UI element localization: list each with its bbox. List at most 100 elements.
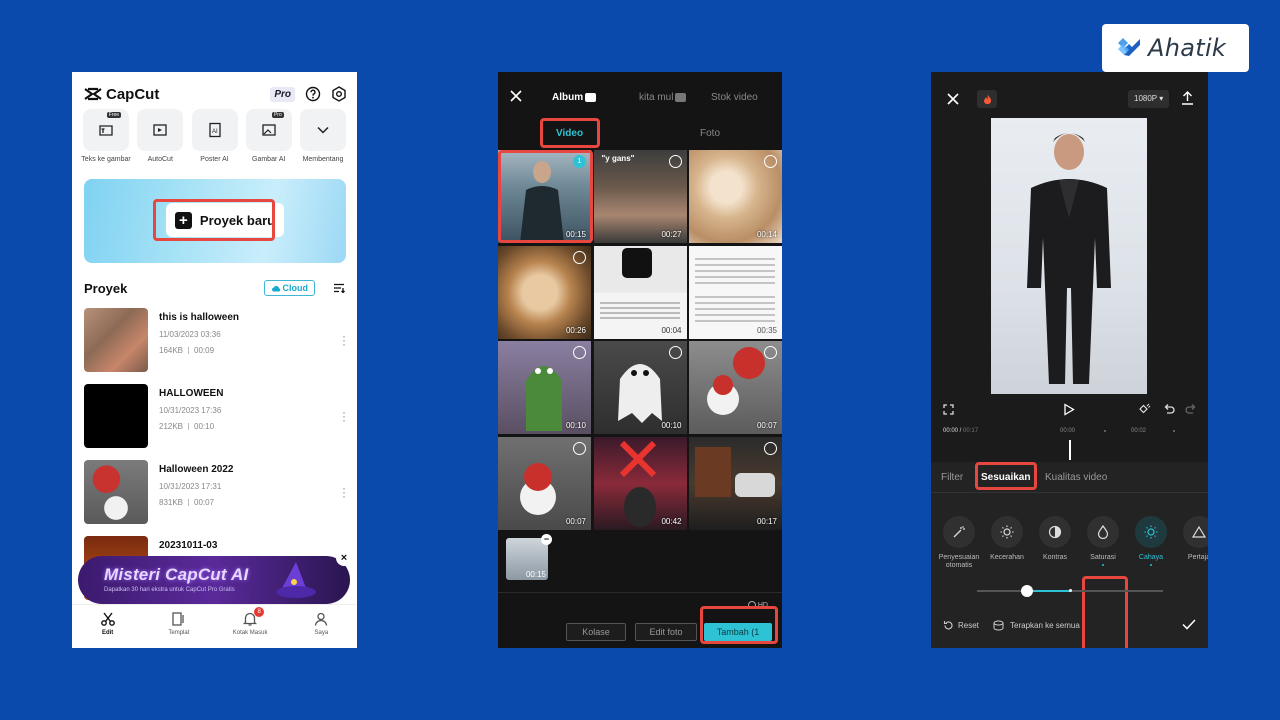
adjust-brightness[interactable]: Kecerahan (982, 516, 1032, 562)
media-item[interactable]: 00:35 (689, 245, 782, 339)
keyframe-icon[interactable] (1137, 403, 1151, 415)
media-item[interactable]: 00:07 (498, 436, 591, 530)
play-icon[interactable] (1063, 403, 1075, 416)
select-circle[interactable] (573, 441, 586, 455)
adjust-contrast[interactable]: Kontras (1030, 516, 1080, 562)
close-icon[interactable] (510, 90, 522, 102)
media-item[interactable]: 00:10 (593, 341, 687, 434)
project-item[interactable]: Halloween 2022 10/31/2023 17:31 831KB 00:… (84, 460, 350, 536)
tool-ai-image[interactable]: Pro Gambar AI (245, 109, 293, 163)
nav-template[interactable]: Templat (149, 611, 209, 648)
select-circle[interactable] (668, 346, 682, 359)
media-item[interactable]: "y gans" 00:27 (593, 150, 687, 243)
pro-badge[interactable]: Pro (270, 86, 295, 102)
edit-photo-button[interactable]: Edit foto (635, 623, 697, 641)
timeline-tick (1104, 430, 1106, 432)
tool-expand[interactable]: Membentang (299, 109, 347, 163)
select-circle[interactable] (573, 346, 586, 359)
adjust-slider[interactable] (977, 585, 1163, 597)
hd-label: HD (757, 601, 768, 609)
tool-label: Teks ke gambar (81, 156, 131, 163)
slider-fill (1027, 590, 1071, 592)
tab-adjust[interactable]: Sesuaikan (981, 472, 1030, 483)
export-icon[interactable] (1181, 91, 1194, 105)
text-lines (695, 257, 775, 260)
media-duration: 00:10 (661, 421, 682, 430)
media-item[interactable]: 00:04 (593, 245, 687, 339)
modified-dot (1102, 564, 1104, 566)
adjust-label: Penyesuaian otomatis (938, 554, 980, 569)
svg-text:AI: AI (212, 129, 218, 135)
adjust-auto[interactable]: Penyesuaian otomatis (934, 516, 984, 570)
reset-button[interactable]: Reset (943, 620, 979, 631)
selected-indicator[interactable]: 1 (573, 155, 586, 168)
promo-banner[interactable]: Misteri CapCut AI Dapatkan 30 hari ekstr… (78, 550, 352, 604)
nav-edit[interactable]: Edit (78, 611, 138, 648)
tab-album[interactable]: Album (552, 92, 597, 103)
project-size: 212KB (159, 422, 184, 431)
nav-inbox[interactable]: 8 Kotak Masuk (220, 607, 280, 648)
playhead[interactable] (1069, 440, 1071, 460)
more-options-icon[interactable]: · · · (342, 482, 346, 502)
pro-flame-button[interactable] (977, 90, 997, 108)
close-icon[interactable] (947, 93, 959, 105)
tool-autocut[interactable]: AutoCut (136, 109, 184, 163)
remove-item-icon[interactable]: − (541, 534, 552, 545)
help-icon[interactable] (305, 86, 321, 102)
selected-tray-item[interactable]: − 00:15 (506, 534, 552, 580)
new-project-button[interactable]: + Proyek baru (166, 203, 284, 237)
contrast-icon (1048, 525, 1062, 539)
collage-button[interactable]: Kolase (566, 623, 626, 641)
select-circle[interactable] (764, 346, 777, 359)
cloud-button[interactable]: Cloud (263, 280, 315, 296)
project-item[interactable]: HALLOWEEN 10/31/2023 17:36 212KB 00:10 · ·… (84, 384, 350, 460)
adjust-sharpen[interactable]: Pertaja (1174, 516, 1208, 562)
tool-poster-ai[interactable]: AI Poster AI (191, 109, 239, 163)
tray-duration: 00:15 (525, 570, 546, 579)
tab-video-quality[interactable]: Kualitas video (1045, 472, 1107, 483)
media-item[interactable]: 00:26 (498, 245, 591, 339)
apply-all-label: Terapkan ke semua (1010, 621, 1080, 630)
projects-title: Proyek (84, 280, 128, 296)
select-circle[interactable] (668, 155, 682, 168)
media-item[interactable]: 00:42 (593, 436, 687, 530)
capcut-logo-icon (84, 87, 102, 101)
more-options-icon[interactable]: · · · (342, 330, 346, 350)
adjust-saturation[interactable]: Saturasi (1078, 516, 1128, 566)
media-item[interactable]: 1 00:15 (498, 150, 591, 243)
select-circle[interactable] (573, 250, 586, 264)
timeline-mark: 00:00 (1060, 428, 1076, 434)
media-item[interactable]: 00:10 (498, 341, 591, 434)
select-circle[interactable] (764, 441, 777, 455)
redo-icon[interactable] (1185, 403, 1197, 415)
apply-all-button[interactable]: Terapkan ke semua (993, 620, 1080, 631)
tool-text-to-image[interactable]: Free Teks ke gambar (81, 109, 131, 163)
tab-filter[interactable]: Filter (941, 472, 963, 483)
select-circle[interactable] (764, 155, 777, 168)
subtab-photo[interactable]: Foto (700, 128, 720, 139)
undo-icon[interactable] (1163, 403, 1175, 415)
media-item[interactable]: 00:14 (689, 150, 782, 243)
subtab-video[interactable]: Video (556, 128, 583, 139)
media-item[interactable]: 00:07 (689, 341, 782, 434)
more-options-icon[interactable]: · · · (342, 406, 346, 426)
resolution-dropdown[interactable]: 1080P ▾ (1128, 90, 1170, 108)
nav-profile[interactable]: Saya (291, 611, 351, 648)
media-item[interactable]: 00:17 (689, 436, 782, 530)
tab-stock-video[interactable]: Stok video (711, 92, 758, 103)
fullscreen-icon[interactable] (943, 404, 954, 415)
hd-toggle[interactable]: HD (747, 601, 768, 609)
close-promo-icon[interactable]: × (336, 550, 352, 566)
magic-wand-icon (953, 526, 965, 538)
confirm-check-icon[interactable] (1182, 619, 1196, 630)
nav-label: Kotak Masuk (232, 630, 268, 636)
tab-folder[interactable]: kita mul (639, 92, 687, 103)
project-duration: 00:07 (194, 498, 215, 507)
settings-icon[interactable] (331, 86, 347, 102)
sort-icon[interactable] (333, 283, 346, 293)
add-button[interactable]: Tambah (1 (704, 623, 772, 641)
slider-knob[interactable] (1021, 585, 1033, 597)
project-item[interactable]: this is halloween 11/03/2023 03:36 164KB… (84, 308, 350, 384)
project-date: 10/31/2023 17:36 (159, 406, 222, 415)
adjust-light[interactable]: Cahaya (1126, 516, 1176, 566)
